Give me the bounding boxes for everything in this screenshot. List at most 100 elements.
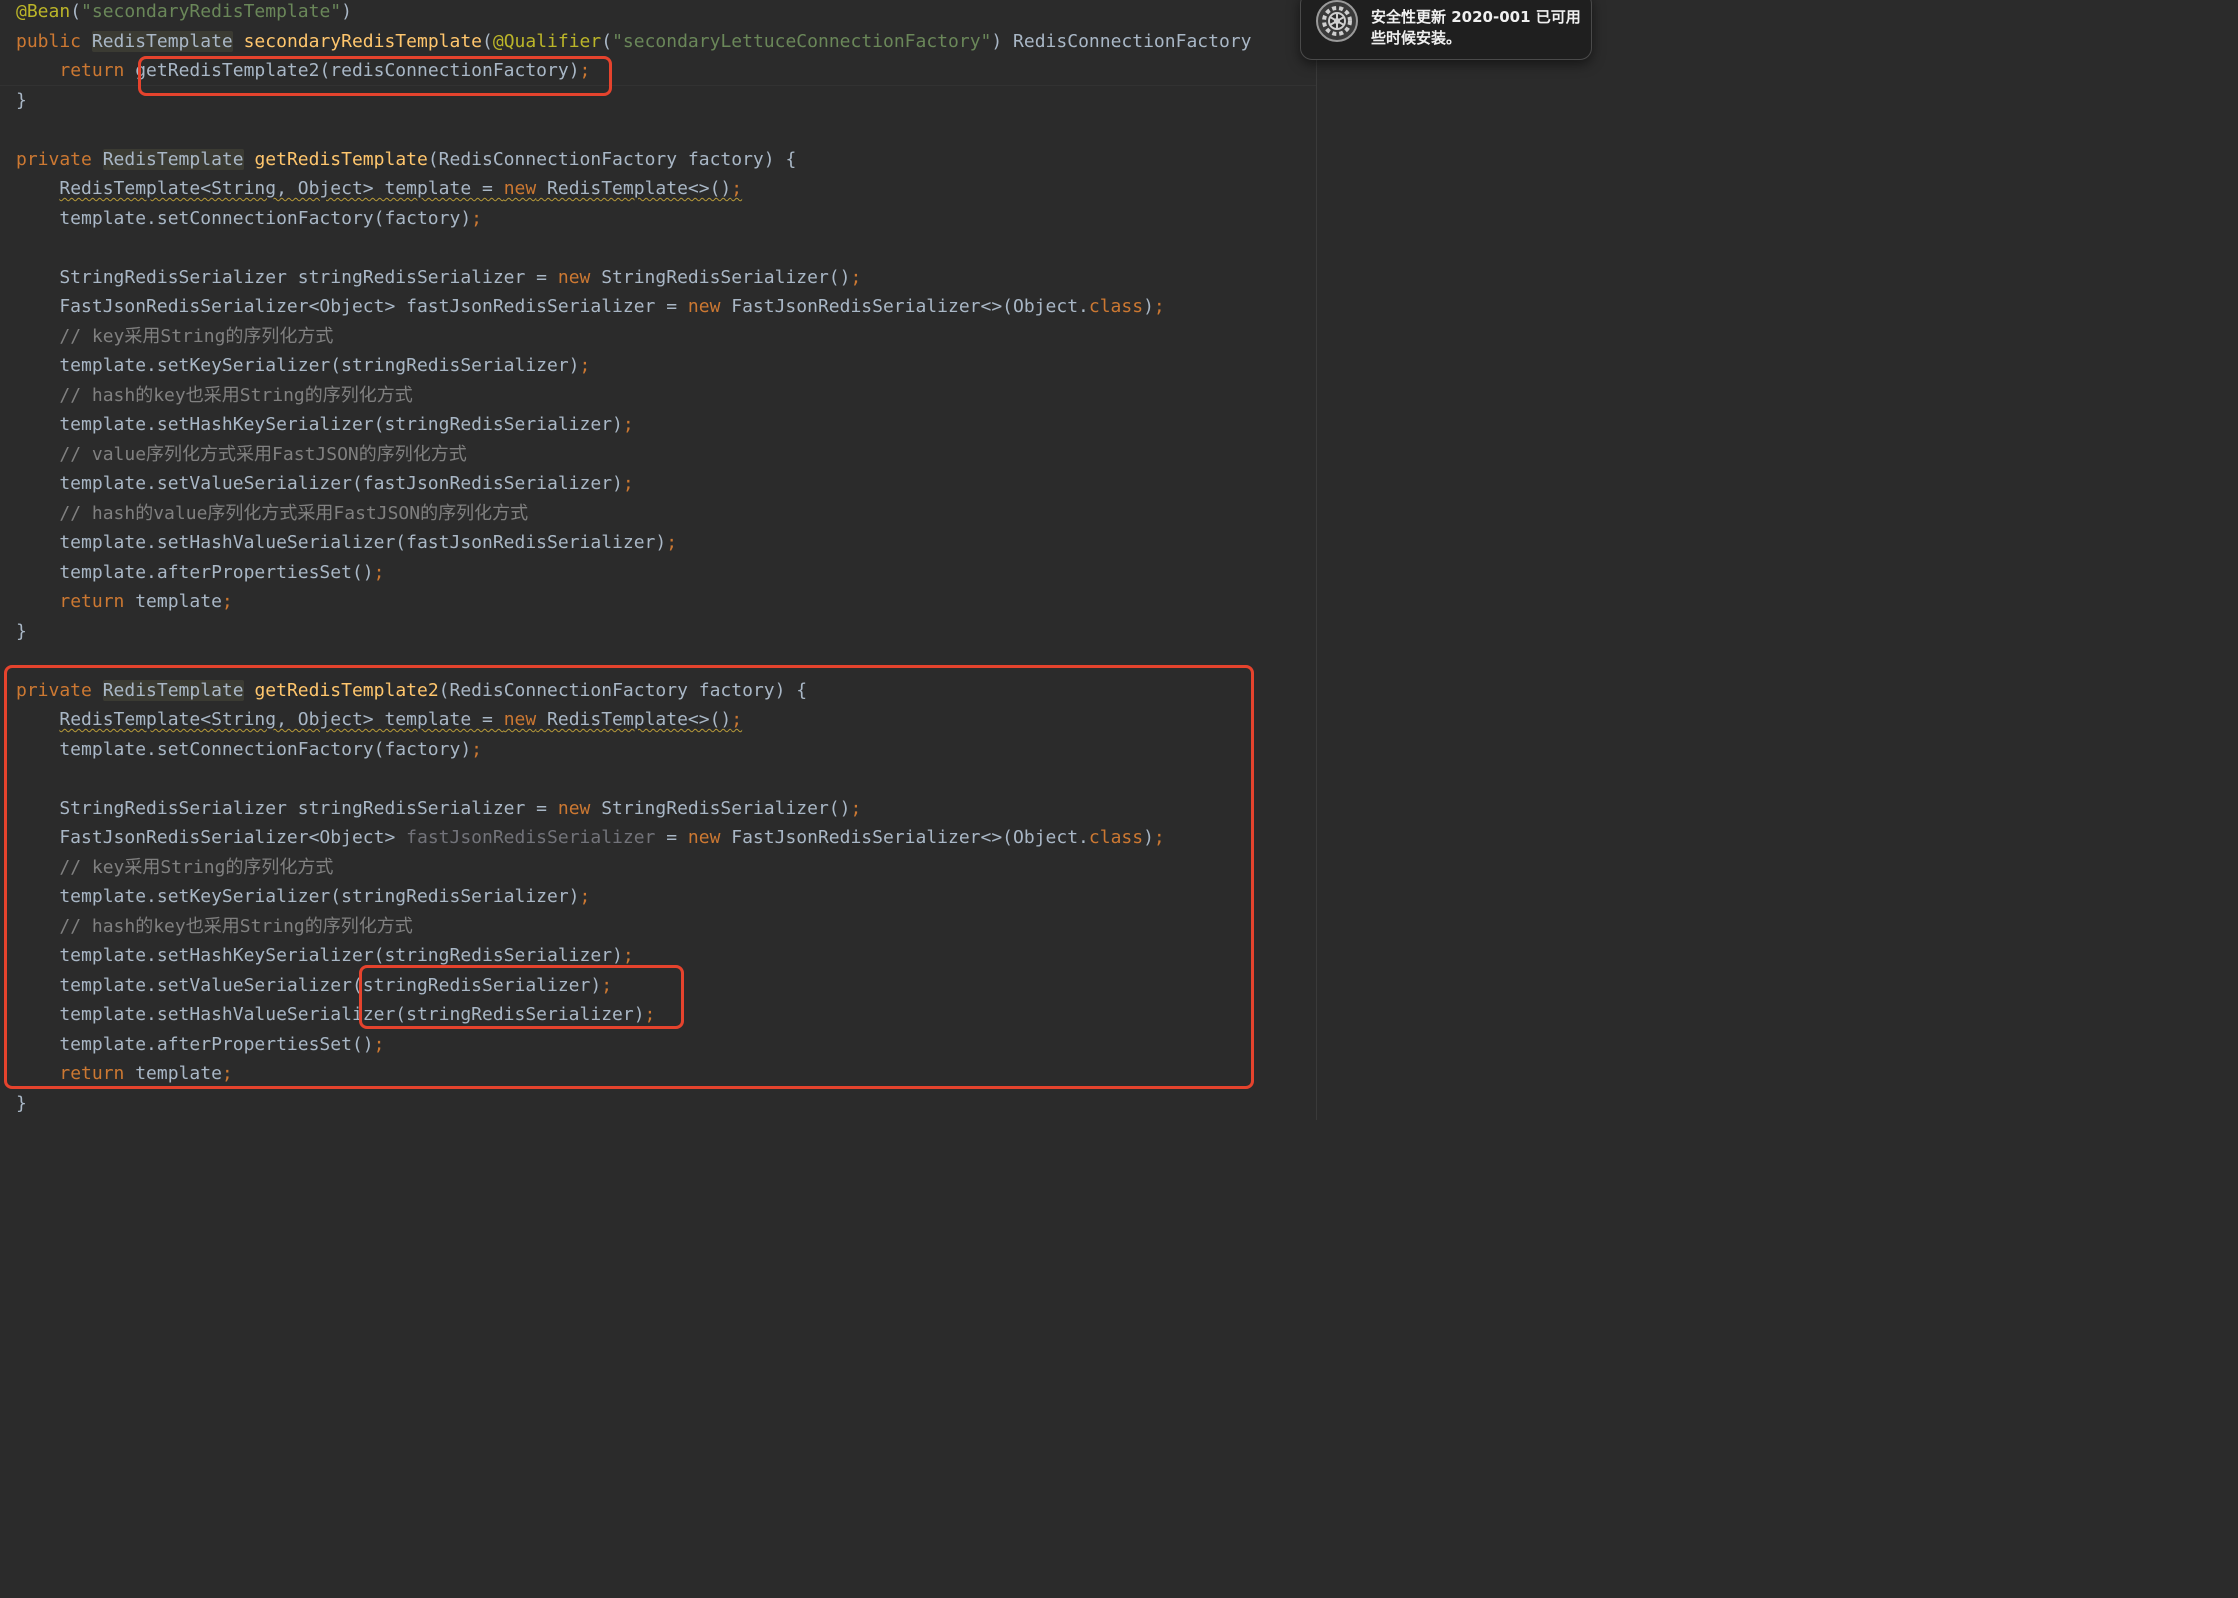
code-editor[interactable]: @Bean("secondaryRedisTemplate") public Re… [0,0,1568,1120]
code-token: template.setHashValueSerializer(fastJson… [16,532,667,553]
code-line: template.setConnectionFactory(factory); [16,735,482,765]
code-token: template.setKeySerializer(stringRedisSer… [16,355,580,376]
code-line: template.setHashValueSerializer(stringRe… [16,1000,655,1030]
code-token: } [16,620,27,642]
code-token: // key采用String的序列化方式 [59,856,334,878]
code-line: template.setHashValueSerializer(fastJson… [16,528,677,558]
code-token: ; [731,709,743,730]
code-token: RedisTemplate [102,148,244,170]
code-token: getRedisTemplate2(redisConnectionFactory… [135,60,580,81]
code-token: template.setConnectionFactory(factory) [16,738,472,760]
code-token: StringRedisSerializer() [590,797,851,819]
code-line: FastJsonRedisSerializer<Object> fastJson… [16,292,1164,322]
code-token: getRedisTemplate [254,148,428,170]
code-token: (RedisConnectionFactory factory) { [427,148,797,170]
code-token: // key采用String的序列化方式 [59,325,334,347]
code-token: getRedisTemplate2 [254,679,439,701]
code-line: StringRedisSerializer stringRedisSeriali… [16,794,861,824]
code-token: template.setValueSerializer(fastJsonRedi… [16,473,623,494]
code-token: } [16,1092,27,1114]
code-token: return [59,591,136,612]
code-token: template.setHashKeySerializer(stringRedi… [16,414,623,435]
code-token: private [16,148,103,170]
code-token: ) [1143,827,1154,848]
code-token: ) [1143,296,1154,317]
code-token: new [687,296,721,317]
code-token: ; [221,591,233,612]
code-token: ( [482,30,493,52]
code-token: RedisTemplate<>() [536,178,732,199]
code-line: template.setHashKeySerializer(stringRedi… [16,941,633,971]
code-token: RedisTemplate [91,30,233,52]
code-token: ; [579,60,591,81]
code-token: template.setConnectionFactory(factory) [16,207,472,229]
code-line: template.afterPropertiesSet(); [16,1030,384,1060]
code-token: ; [622,473,634,494]
code-token: ; [850,797,862,819]
code-token: (RedisConnectionFactory factory) { [438,679,808,701]
code-line: template.setValueSerializer(stringRedisS… [16,971,612,1001]
code-line: template.setConnectionFactory(factory); [16,204,482,234]
code-token: "secondaryLettuceConnectionFactory" [612,30,992,52]
code-token: ( [601,30,613,52]
code-token: ; [601,974,613,996]
code-token: = [655,827,688,848]
code-line: template.setHashKeySerializer(stringRedi… [16,410,634,440]
code-line: private RedisTemplate getRedisTemplate2(… [16,676,807,706]
code-token: StringRedisSerializer stringRedisSeriali… [16,797,558,819]
code-line: @Bean("secondaryRedisTemplate") [16,0,352,27]
code-line: } [16,617,27,647]
code-line: template.setValueSerializer(fastJsonRedi… [16,469,634,499]
right-margin-guide [1316,0,1317,1120]
code-line: // key采用String的序列化方式 [16,853,333,883]
code-token: // hash的key也采用String的序列化方式 [59,384,413,406]
code-token: return [59,60,136,81]
code-token: new [503,709,537,730]
code-token: secondaryRedisTemplate [243,30,483,52]
code-token: template [135,591,222,612]
code-line: // value序列化方式采用FastJSON的序列化方式 [16,440,466,470]
code-token: ; [579,355,591,376]
code-token: new [557,266,591,288]
code-line: template.setKeySerializer(stringRedisSer… [16,882,590,912]
code-token: FastJsonRedisSerializer<>(Object. [720,827,1089,848]
code-token: template.afterPropertiesSet() [16,1033,374,1055]
code-line: // hash的value序列化方式采用FastJSON的序列化方式 [16,499,528,529]
code-token: template.setHashValueSerializer(stringRe… [16,1004,645,1025]
code-token: ; [850,266,862,288]
code-line: } [16,86,27,116]
code-token: StringRedisSerializer stringRedisSeriali… [16,266,558,288]
code-token: ; [471,738,482,760]
code-token: private [16,679,103,701]
code-token: public [16,30,92,52]
code-token: ; [644,1004,656,1025]
system-update-notification[interactable]: 安全性更新 2020-001 已可用 些时候安装。 [1300,0,1592,60]
code-token: template.setValueSerializer(stringRedisS… [16,974,602,996]
code-token: ; [373,561,385,583]
code-token: // hash的value序列化方式采用FastJSON的序列化方式 [59,502,529,524]
code-token: FastJsonRedisSerializer<Object> [16,827,407,848]
code-line: template.afterPropertiesSet(); [16,558,384,588]
code-token: ( [70,1,82,22]
code-line: RedisTemplate<String, Object> template =… [16,174,742,204]
code-token: FastJsonRedisSerializer<>(Object. [720,296,1089,317]
code-token: ; [622,414,634,435]
code-line: private RedisTemplate getRedisTemplate(R… [16,145,796,175]
code-token: template [135,1063,222,1084]
code-line: // hash的key也采用String的序列化方式 [16,912,412,942]
code-line: } [16,1089,27,1119]
code-token: RedisTemplate<String, Object> template = [59,709,504,730]
code-token: ) [341,1,352,22]
code-token: new [687,827,721,848]
code-token: ; [221,1063,233,1084]
code-line: StringRedisSerializer stringRedisSeriali… [16,263,861,293]
